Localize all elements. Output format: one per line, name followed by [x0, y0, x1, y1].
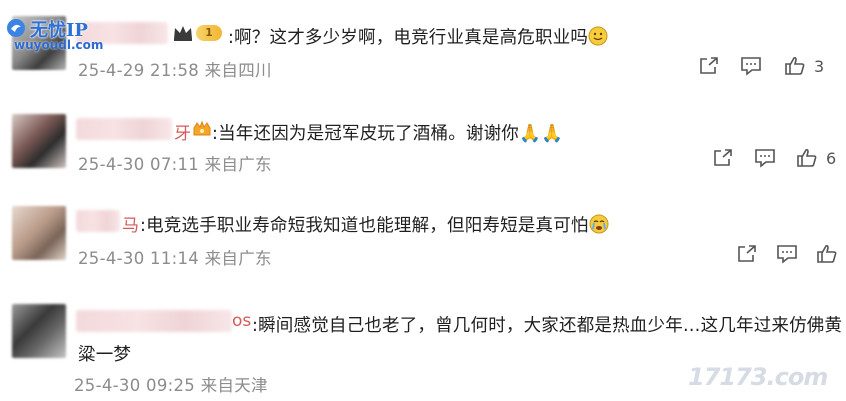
avatar[interactable] [12, 206, 66, 260]
comment-text: :当年还因为是冠军皮玩了酒桶。谢谢你🙏🙏 [212, 124, 563, 144]
watermark-top-left: 无忧IP wuyoudl.com [4, 16, 132, 56]
comment-icon [755, 149, 775, 168]
share-button[interactable] [698, 56, 720, 76]
share-button[interactable] [736, 244, 758, 264]
comment-meta: 25-4-29 21:58 来自四川 [78, 61, 272, 80]
like-button[interactable]: 3 [784, 56, 824, 76]
comment-actions: 3 [696, 56, 846, 80]
crown-icon [174, 26, 192, 41]
like-count: 3 [814, 56, 825, 76]
smile-emoji [588, 26, 608, 46]
comment-icon [741, 57, 761, 76]
comment-button[interactable] [740, 56, 762, 76]
comment-meta: 25-4-30 11:14 来自广东 [78, 249, 272, 268]
watermark-logo-icon [7, 19, 25, 37]
username-blurred[interactable] [76, 310, 232, 332]
fan-badge [192, 120, 212, 138]
watermark-url: wuyoudl.com [14, 38, 104, 52]
comment-text-content: :啊？这才多少岁啊，电竞行业真是高危职业吗 [228, 28, 589, 48]
like-icon [785, 56, 805, 75]
like-button[interactable] [816, 244, 838, 264]
username-suffix[interactable]: 马 [122, 211, 139, 236]
like-button[interactable]: 6 [796, 148, 836, 168]
comment-text-content: :电竞选手职业寿命短我知道也能理解，但阳寿短是真可怕 [140, 216, 589, 236]
share-icon [714, 149, 732, 166]
comment-actions: 6 [712, 148, 846, 172]
comment-icon [777, 245, 797, 264]
comment-meta: 25-4-30 07:11 来自广东 [78, 155, 272, 174]
comment-button[interactable] [776, 244, 798, 264]
share-icon [738, 245, 756, 262]
comment-text: :电竞选手职业寿命短我知道也能理解，但阳寿短是真可怕 [140, 212, 609, 237]
comment-text: :啊？这才多少岁啊，电竞行业真是高危职业吗 [228, 24, 608, 49]
level-badge: 1 [196, 25, 222, 41]
fan-badge-icon [193, 120, 211, 136]
comment-text-line2: 粱一梦 [78, 345, 132, 365]
like-icon [817, 244, 837, 263]
share-button[interactable] [712, 148, 734, 168]
share-icon [700, 57, 718, 74]
comment-3: 马 :电竞选手职业寿命短我知道也能理解，但阳寿短是真可怕 25-4-30 11:… [0, 188, 846, 284]
username-blurred[interactable] [76, 210, 120, 232]
avatar[interactable] [12, 114, 66, 168]
comment-meta: 25-4-30 09:25 来自天津 [74, 376, 268, 395]
watermark-bottom-right: 17173.com [688, 363, 828, 391]
cry-emoji [589, 214, 609, 234]
comment-2: 牙 :当年还因为是冠军皮玩了酒桶。谢谢你🙏🙏 25-4-30 07:11 来自广… [0, 96, 846, 188]
username-suffix[interactable]: 牙 [174, 119, 191, 144]
comment-actions [736, 244, 846, 268]
like-count: 6 [826, 148, 837, 168]
comment-text-line1: :瞬间感觉自己也老了，曾几何时，大家还都是热血少年…这几年过来仿佛黄 [252, 316, 843, 336]
like-icon [797, 148, 817, 167]
username-blurred[interactable] [76, 118, 172, 140]
crown-badge: 1 [172, 24, 222, 42]
avatar[interactable] [12, 304, 66, 358]
comment-button[interactable] [754, 148, 776, 168]
username-suffix[interactable]: os [232, 311, 251, 331]
